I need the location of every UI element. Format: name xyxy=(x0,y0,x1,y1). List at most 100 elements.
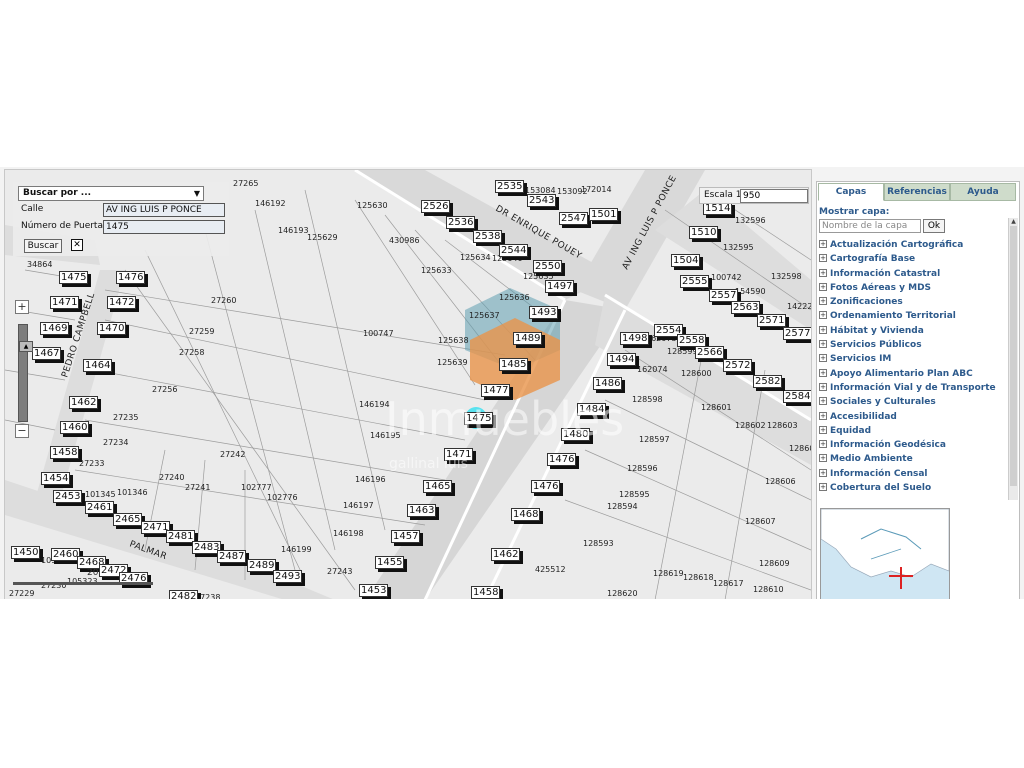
door-number-label: 1498 xyxy=(620,332,650,345)
layer-label: Actualización Cartográfica xyxy=(830,240,964,250)
lot-number: 27256 xyxy=(152,385,177,394)
close-icon[interactable]: ✕ xyxy=(71,239,83,251)
layer-item[interactable]: + Sociales y Culturales xyxy=(819,397,996,411)
expand-icon[interactable]: + xyxy=(819,268,827,277)
expand-icon[interactable]: + xyxy=(819,282,827,291)
lot-number: 100747 xyxy=(363,329,394,338)
door-number-label: 1493 xyxy=(529,306,559,319)
expand-icon[interactable]: + xyxy=(819,240,827,248)
door-number-label: 1510 xyxy=(689,226,719,239)
search-by-label: Buscar por ... xyxy=(23,188,92,198)
expand-icon[interactable]: + xyxy=(819,325,827,334)
layer-item[interactable]: + Cartografía Base xyxy=(819,254,996,268)
expand-icon[interactable]: + xyxy=(819,382,827,391)
door-number-label: 2453 xyxy=(53,490,83,503)
door-number-label: 2584 xyxy=(783,390,811,403)
lot-number: 146193 xyxy=(278,226,309,235)
lot-number: 128593 xyxy=(583,539,614,548)
expand-icon[interactable]: + xyxy=(819,297,827,306)
door-number-label: 1476 xyxy=(116,271,146,284)
tab-capas[interactable]: Capas xyxy=(818,183,884,201)
lot-number: 128618 xyxy=(683,573,714,582)
search-button[interactable]: Buscar xyxy=(24,239,62,253)
lot-number: 125636 xyxy=(499,293,530,302)
layer-item[interactable]: + Medio Ambiente xyxy=(819,454,996,468)
expand-icon[interactable]: + xyxy=(819,454,827,463)
layer-item[interactable]: + Información Censal xyxy=(819,468,996,483)
tab-ayuda[interactable]: Ayuda xyxy=(950,183,1016,201)
layer-item[interactable]: + Apoyo Alimentario Plan ABC xyxy=(819,368,996,383)
layer-label: Cobertura del Suelo xyxy=(830,483,932,494)
layer-label: Información Geodésica xyxy=(830,440,946,451)
tab-referencias[interactable]: Referencias xyxy=(884,183,950,201)
layer-item[interactable]: + Fotos Aéreas y MDS xyxy=(819,282,996,297)
lot-number: 128598 xyxy=(632,395,663,404)
lot-number: 172014 xyxy=(581,185,612,194)
door-number-label: 2538 xyxy=(473,230,503,243)
layer-item[interactable]: + Equidad xyxy=(819,425,996,440)
layer-label: Medio Ambiente xyxy=(830,454,913,465)
door-number-label: 1468 xyxy=(511,508,541,521)
ok-button[interactable]: Ok xyxy=(923,219,945,233)
lot-number: 27258 xyxy=(179,348,204,357)
layer-item[interactable]: + Zonificaciones xyxy=(819,297,996,311)
scale-input[interactable]: 950 xyxy=(740,189,808,203)
street-field[interactable]: AV ING LUIS P PONCE xyxy=(103,203,225,217)
layer-item[interactable]: + Actualización Cartográfica xyxy=(819,240,996,254)
layer-item[interactable]: + Información Catastral xyxy=(819,268,996,283)
expand-icon[interactable]: + xyxy=(819,311,827,320)
layer-item[interactable]: + Cobertura del Suelo xyxy=(819,483,996,497)
map-viewport[interactable]: DR ENRIQUE POUEY AV ING LUIS P PONCE PED… xyxy=(4,169,812,599)
expand-icon[interactable]: + xyxy=(819,354,827,363)
door-field[interactable]: 1475 xyxy=(103,220,225,234)
zoom-control: + ▲ − xyxy=(15,300,33,440)
search-by-select[interactable]: Buscar por ... ▼ xyxy=(18,186,204,201)
scroll-thumb[interactable] xyxy=(1010,226,1017,486)
street-label: Calle xyxy=(21,204,44,214)
door-number-label: 1486 xyxy=(593,377,623,390)
layer-item[interactable]: + Hábitat y Vivienda xyxy=(819,325,996,340)
lot-number: 102776 xyxy=(267,493,298,502)
lot-number: 125630 xyxy=(357,201,388,210)
lot-number: 132595 xyxy=(723,243,754,252)
door-number-label: 1458 xyxy=(471,586,501,599)
zoom-slider[interactable]: ▲ xyxy=(18,324,33,422)
lot-number: 128606 xyxy=(765,477,796,486)
expand-icon[interactable]: + xyxy=(819,411,827,420)
layer-item[interactable]: + Accesibilidad xyxy=(819,411,996,426)
door-number-label: 2582 xyxy=(753,375,783,388)
zoom-out-button[interactable]: − xyxy=(15,424,29,438)
door-number-label: 2543 xyxy=(527,194,557,207)
layer-item[interactable]: + Información Vial y de Transporte xyxy=(819,382,996,397)
door-number-label: 2571 xyxy=(757,314,787,327)
scale-bar-label: 20 xyxy=(87,568,99,578)
layer-label: Accesibilidad xyxy=(830,411,897,422)
door-number-label: 1450 xyxy=(11,546,41,559)
expand-icon[interactable]: + xyxy=(819,368,827,377)
expand-icon[interactable]: + xyxy=(819,340,827,349)
lot-number: 27265 xyxy=(233,179,258,188)
expand-icon[interactable]: + xyxy=(819,468,827,477)
expand-icon[interactable]: + xyxy=(819,254,827,263)
expand-icon[interactable]: + xyxy=(819,483,827,492)
layer-item[interactable]: + Servicios IM xyxy=(819,354,996,368)
door-number-label: 1470 xyxy=(97,322,127,335)
overview-map[interactable] xyxy=(820,508,950,599)
zoom-in-button[interactable]: + xyxy=(15,300,29,314)
layer-item[interactable]: + Servicios Públicos xyxy=(819,340,996,354)
layer-item[interactable]: + Información Geodésica xyxy=(819,440,996,454)
layer-scrollbar[interactable]: ▲ ▼ xyxy=(1008,218,1018,500)
lot-number: 27240 xyxy=(159,473,184,482)
scroll-up-icon[interactable]: ▲ xyxy=(1010,218,1017,225)
layer-item[interactable]: + Ordenamiento Territorial xyxy=(819,311,996,325)
zoom-slider-handle[interactable]: ▲ xyxy=(19,341,33,352)
expand-icon[interactable]: + xyxy=(819,397,827,406)
door-number-label: 1467 xyxy=(32,347,62,360)
expand-icon[interactable]: + xyxy=(819,440,827,449)
search-panel: Buscar por ... ▼ Calle AV ING LUIS P PON… xyxy=(13,182,229,256)
expand-icon[interactable]: + xyxy=(819,425,827,434)
lot-number: 146198 xyxy=(333,529,364,538)
lot-number: 27235 xyxy=(113,413,138,422)
door-number-label: 1494 xyxy=(607,353,637,366)
layer-name-input[interactable]: Nombre de la capa xyxy=(819,219,921,233)
